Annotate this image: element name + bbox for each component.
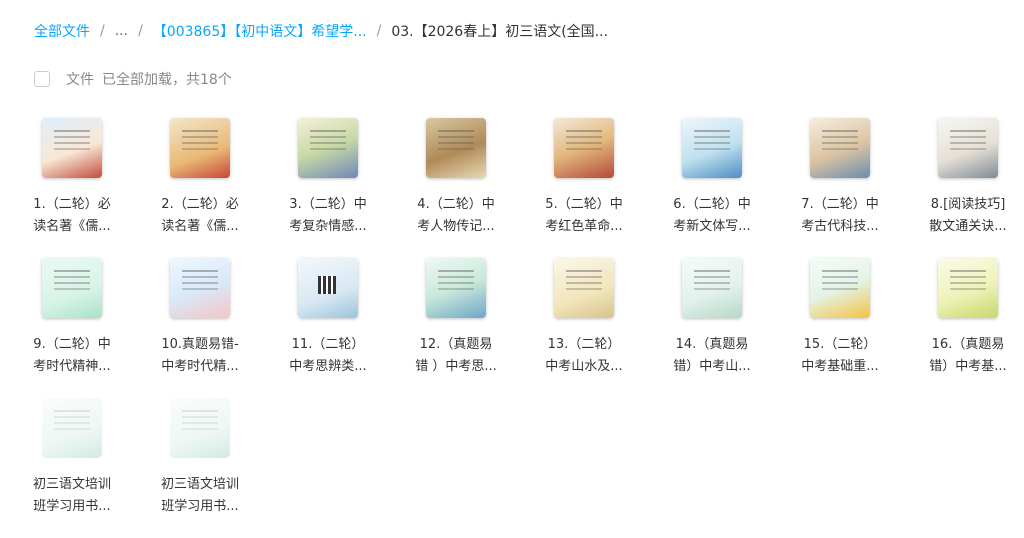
breadcrumb-separator: / bbox=[100, 23, 105, 39]
file-name: 6.（二轮）中 考新文体写... bbox=[673, 197, 751, 234]
doc-thumbnail-icon bbox=[426, 258, 486, 318]
doc-thumbnail-icon bbox=[810, 118, 870, 178]
breadcrumb-separator: / bbox=[376, 23, 382, 39]
file-name: 9.（二轮）中 考时代精神... bbox=[33, 337, 111, 374]
file-label: 文件 bbox=[66, 72, 94, 88]
doc-thumbnail-icon bbox=[682, 118, 742, 178]
doc-thumbnail-icon bbox=[810, 258, 870, 318]
doc-thumbnail-icon bbox=[42, 118, 102, 178]
file-name: 1.（二轮）必 读名著《儒... bbox=[33, 197, 111, 234]
file-name: 初三语文培训 班学习用书... bbox=[160, 477, 239, 514]
doc-thumbnail-icon bbox=[42, 398, 102, 458]
breadcrumb: 全部文件 / ... / 【003865】【初中语文】希望学... / 03.【… bbox=[34, 20, 608, 42]
select-all-checkbox[interactable] bbox=[34, 71, 50, 87]
file-item[interactable]: 16.（真题易 错）中考基... bbox=[904, 252, 1024, 382]
doc-thumbnail-icon bbox=[682, 258, 742, 318]
file-name: 3.（二轮）中 考复杂情感... bbox=[289, 197, 367, 234]
file-name: 14.（真题易 错）中考山... bbox=[673, 337, 751, 374]
breadcrumb-item-ellipsis[interactable]: ... bbox=[115, 23, 128, 39]
doc-thumbnail-icon bbox=[42, 258, 102, 318]
file-item[interactable]: 11.（二轮） 中考思辨类... bbox=[264, 252, 392, 382]
file-item[interactable]: 4.（二轮）中 考人物传记... bbox=[392, 112, 520, 242]
doc-thumbnail-icon bbox=[426, 118, 486, 178]
load-status: 已全部加载，共18个 bbox=[102, 72, 232, 88]
file-name: 7.（二轮）中 考古代科技... bbox=[801, 197, 879, 234]
file-item[interactable]: 1.（二轮）必 读名著《儒... bbox=[8, 112, 136, 242]
doc-thumbnail-icon bbox=[554, 118, 614, 178]
file-item[interactable]: 初三语文培训 班学习用书... bbox=[8, 392, 136, 522]
file-item[interactable]: 15.（二轮） 中考基础重... bbox=[776, 252, 904, 382]
file-item[interactable]: 8.[阅读技巧] 散文通关诀... bbox=[904, 112, 1024, 242]
file-name: 11.（二轮） 中考思辨类... bbox=[289, 337, 367, 374]
file-name: 初三语文培训 班学习用书... bbox=[32, 477, 111, 514]
file-item[interactable]: 初三语文培训 班学习用书... bbox=[136, 392, 264, 522]
breadcrumb-item-current: 03.【2026春上】初三语文(全国... bbox=[391, 24, 609, 40]
file-item[interactable]: 13.（二轮） 中考山水及... bbox=[520, 252, 648, 382]
file-item[interactable]: 2.（二轮）必 读名著《儒... bbox=[136, 112, 264, 242]
breadcrumb-item-folder[interactable]: 【003865】【初中语文】希望学... bbox=[153, 21, 367, 41]
doc-thumbnail-icon bbox=[554, 258, 614, 318]
file-name: 2.（二轮）必 读名著《儒... bbox=[161, 197, 239, 234]
file-name: 15.（二轮） 中考基础重... bbox=[801, 337, 879, 374]
file-item[interactable]: 10.真题易错- 中考时代精... bbox=[136, 252, 264, 382]
qr-thumbnail-icon bbox=[298, 258, 358, 318]
doc-thumbnail-icon bbox=[298, 118, 358, 178]
breadcrumb-item-root[interactable]: 全部文件 bbox=[34, 21, 90, 41]
doc-thumbnail-icon bbox=[938, 258, 998, 318]
file-item[interactable]: 3.（二轮）中 考复杂情感... bbox=[264, 112, 392, 242]
file-item[interactable]: 14.（真题易 错）中考山... bbox=[648, 252, 776, 382]
doc-thumbnail-icon bbox=[938, 118, 998, 178]
file-item[interactable]: 5.（二轮）中 考红色革命... bbox=[520, 112, 648, 242]
file-name: 4.（二轮）中 考人物传记... bbox=[417, 197, 495, 234]
file-name: 13.（二轮） 中考山水及... bbox=[545, 337, 623, 374]
breadcrumb-separator: / bbox=[138, 23, 143, 39]
doc-thumbnail-icon bbox=[170, 398, 230, 458]
file-name: 12.（真题易错 ）中考思... bbox=[415, 337, 497, 374]
doc-thumbnail-icon bbox=[170, 118, 230, 178]
file-name: 16.（真题易 错）中考基... bbox=[929, 337, 1007, 374]
file-name: 10.真题易错- 中考时代精... bbox=[161, 337, 239, 374]
file-item[interactable]: 6.（二轮）中 考新文体写... bbox=[648, 112, 776, 242]
file-name: 5.（二轮）中 考红色革命... bbox=[545, 197, 623, 234]
file-item[interactable]: 12.（真题易错 ）中考思... bbox=[392, 252, 520, 382]
file-item[interactable]: 9.（二轮）中 考时代精神... bbox=[8, 252, 136, 382]
doc-thumbnail-icon bbox=[170, 258, 230, 318]
file-name: 8.[阅读技巧] 散文通关诀... bbox=[929, 197, 1007, 234]
file-item[interactable]: 7.（二轮）中 考古代科技... bbox=[776, 112, 904, 242]
file-list-toolbar: 文件 已全部加载，共18个 bbox=[34, 68, 232, 90]
